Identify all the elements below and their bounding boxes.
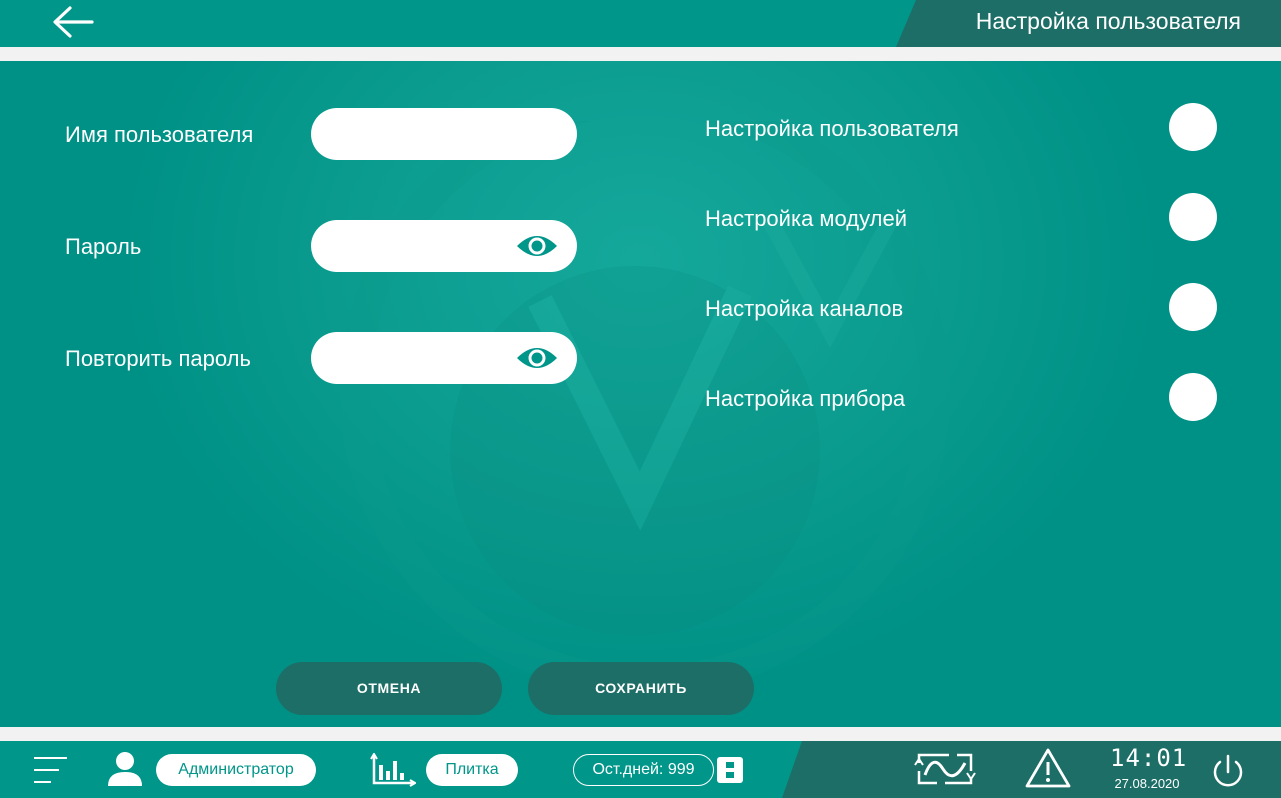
repeat-password-label: Повторить пароль <box>65 346 251 371</box>
permission-label-user-settings: Настройка пользователя <box>705 116 959 141</box>
power-icon[interactable] <box>1209 753 1247 791</box>
username-input[interactable] <box>329 118 509 150</box>
bottom-divider <box>0 727 1281 741</box>
clock-date: 27.08.2020 <box>1114 776 1180 791</box>
clock-time: 14:01 <box>1110 744 1188 772</box>
password-input[interactable] <box>329 230 509 262</box>
save-button[interactable]: СОХРАНИТЬ <box>528 662 754 715</box>
repeat-password-field[interactable] <box>311 332 577 384</box>
permission-label-module-settings: Настройка модулей <box>705 206 908 231</box>
eye-icon <box>517 236 557 256</box>
user-icon <box>108 752 142 786</box>
show-repeat-password-button[interactable] <box>515 344 559 372</box>
menu-icon[interactable] <box>33 755 69 785</box>
password-field[interactable] <box>311 220 577 272</box>
back-button[interactable] <box>50 4 100 44</box>
permission-toggle-user-settings[interactable] <box>1169 103 1217 151</box>
show-password-button[interactable] <box>515 232 559 260</box>
cancel-button[interactable]: ОТМЕНА <box>276 662 502 715</box>
warning-icon[interactable] <box>1025 747 1071 789</box>
permission-label-channel-settings: Настройка каналов <box>705 296 904 321</box>
chart-icon <box>370 753 416 787</box>
status-bar: Администратор Плитка Ост.дней: 999 14:01… <box>0 741 1281 798</box>
user-role-badge[interactable]: Администратор <box>156 754 316 786</box>
password-label: Пароль <box>65 234 142 259</box>
main-panel: Имя пользователя Пароль Повторить пароль… <box>0 61 1281 727</box>
arrow-left-icon <box>53 6 94 38</box>
username-label: Имя пользователя <box>65 122 254 147</box>
eye-icon <box>517 348 557 368</box>
page-title: Настройка пользователя <box>975 8 1241 34</box>
permission-toggle-device-settings[interactable] <box>1169 373 1217 421</box>
repeat-password-input[interactable] <box>329 342 509 374</box>
top-bar: Настройка пользователя <box>0 0 1281 47</box>
days-left-badge: Ост.дней: 999 <box>573 754 714 786</box>
logo-watermark-icon <box>340 121 950 681</box>
view-mode-badge[interactable]: Плитка <box>426 754 518 786</box>
storage-icon <box>717 757 743 783</box>
permission-label-device-settings: Настройка прибора <box>705 386 906 411</box>
permission-toggle-channel-settings[interactable] <box>1169 283 1217 331</box>
permission-toggle-module-settings[interactable] <box>1169 193 1217 241</box>
signal-icon[interactable] <box>913 749 977 789</box>
top-divider <box>0 47 1281 61</box>
username-field[interactable] <box>311 108 577 160</box>
